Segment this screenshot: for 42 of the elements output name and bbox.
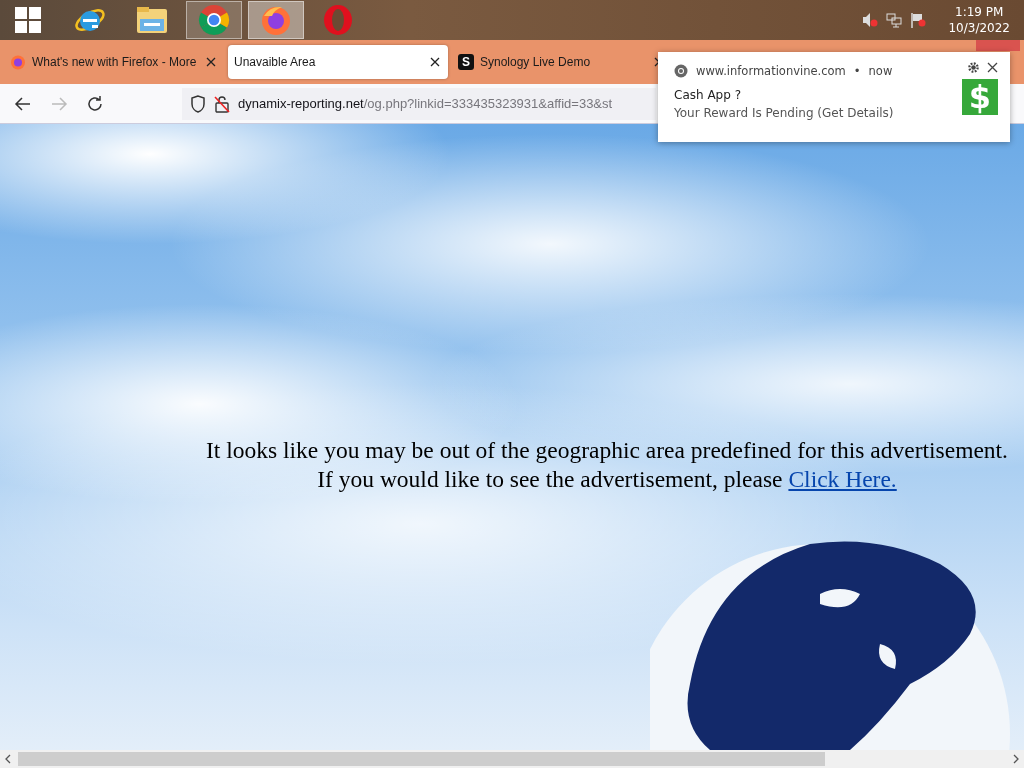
network-icon[interactable] <box>886 12 903 28</box>
url-field[interactable]: dynamix-reporting.net/og.php?linkid=333435323931&affid=33&st <box>182 87 656 120</box>
notification-title: Cash App ? <box>674 88 743 102</box>
flag-icon[interactable] <box>910 12 927 28</box>
close-icon[interactable] <box>987 62 998 73</box>
notification-toast[interactable]: www.informationvine.com • now Cash App ? Your Reward Is Pending (Get Details) $ <box>658 52 1010 142</box>
chrome-icon <box>674 64 688 78</box>
windows-start-icon[interactable] <box>15 7 41 33</box>
notification-site: www.informationvine.com <box>696 64 846 78</box>
tab-title: What's new with Firefox - More <box>32 55 198 69</box>
taskbar-app[interactable] <box>186 1 242 39</box>
clock[interactable]: 1:19 PM 10/3/2022 <box>948 4 1010 36</box>
separator-dot: • <box>853 64 861 78</box>
url-text: dynamix-reporting.net/og.php?linkid=333435323931&affid=33&st <box>238 96 613 111</box>
scroll-left-icon[interactable] <box>4 754 12 764</box>
cash-app-logo: $ <box>962 79 998 115</box>
scrollbar-thumb[interactable] <box>18 752 825 766</box>
folder-icon[interactable] <box>136 5 168 35</box>
browser-tab[interactable]: What's new with Firefox - More <box>4 45 224 79</box>
notification-time: now <box>868 64 893 78</box>
click-here-link[interactable]: Click Here. <box>788 466 897 492</box>
firefox-icon <box>10 54 26 70</box>
browser-tab[interactable]: Unavaible Area <box>228 45 448 79</box>
back-icon[interactable] <box>14 94 32 113</box>
chrome-icon[interactable] <box>198 4 230 36</box>
tab-title: Synology Live Demo <box>480 55 592 69</box>
shield-icon[interactable] <box>190 94 206 113</box>
advertisement-message: If you would like to see the advertisement, please Click Here. <box>316 465 898 494</box>
reload-icon[interactable] <box>86 94 104 113</box>
settings-icon[interactable] <box>968 62 979 73</box>
clock-date: 10/3/2022 <box>948 20 1010 36</box>
notification-body: Your Reward Is Pending (Get Details) <box>674 106 895 120</box>
close-icon[interactable] <box>428 55 442 69</box>
geo-message: It looks like you may be out of the geographic area predefined for this advertisement. <box>205 436 1009 465</box>
tab-title: Unavaible Area <box>234 55 317 69</box>
insecure-lock-icon[interactable] <box>214 94 230 113</box>
scroll-right-icon[interactable] <box>1012 754 1020 764</box>
firefox-icon[interactable] <box>260 4 292 36</box>
site-logo-icon: S <box>458 54 474 70</box>
speaker-muted-icon[interactable] <box>862 12 879 28</box>
close-icon[interactable] <box>204 55 218 69</box>
clock-time: 1:19 PM <box>955 4 1004 20</box>
